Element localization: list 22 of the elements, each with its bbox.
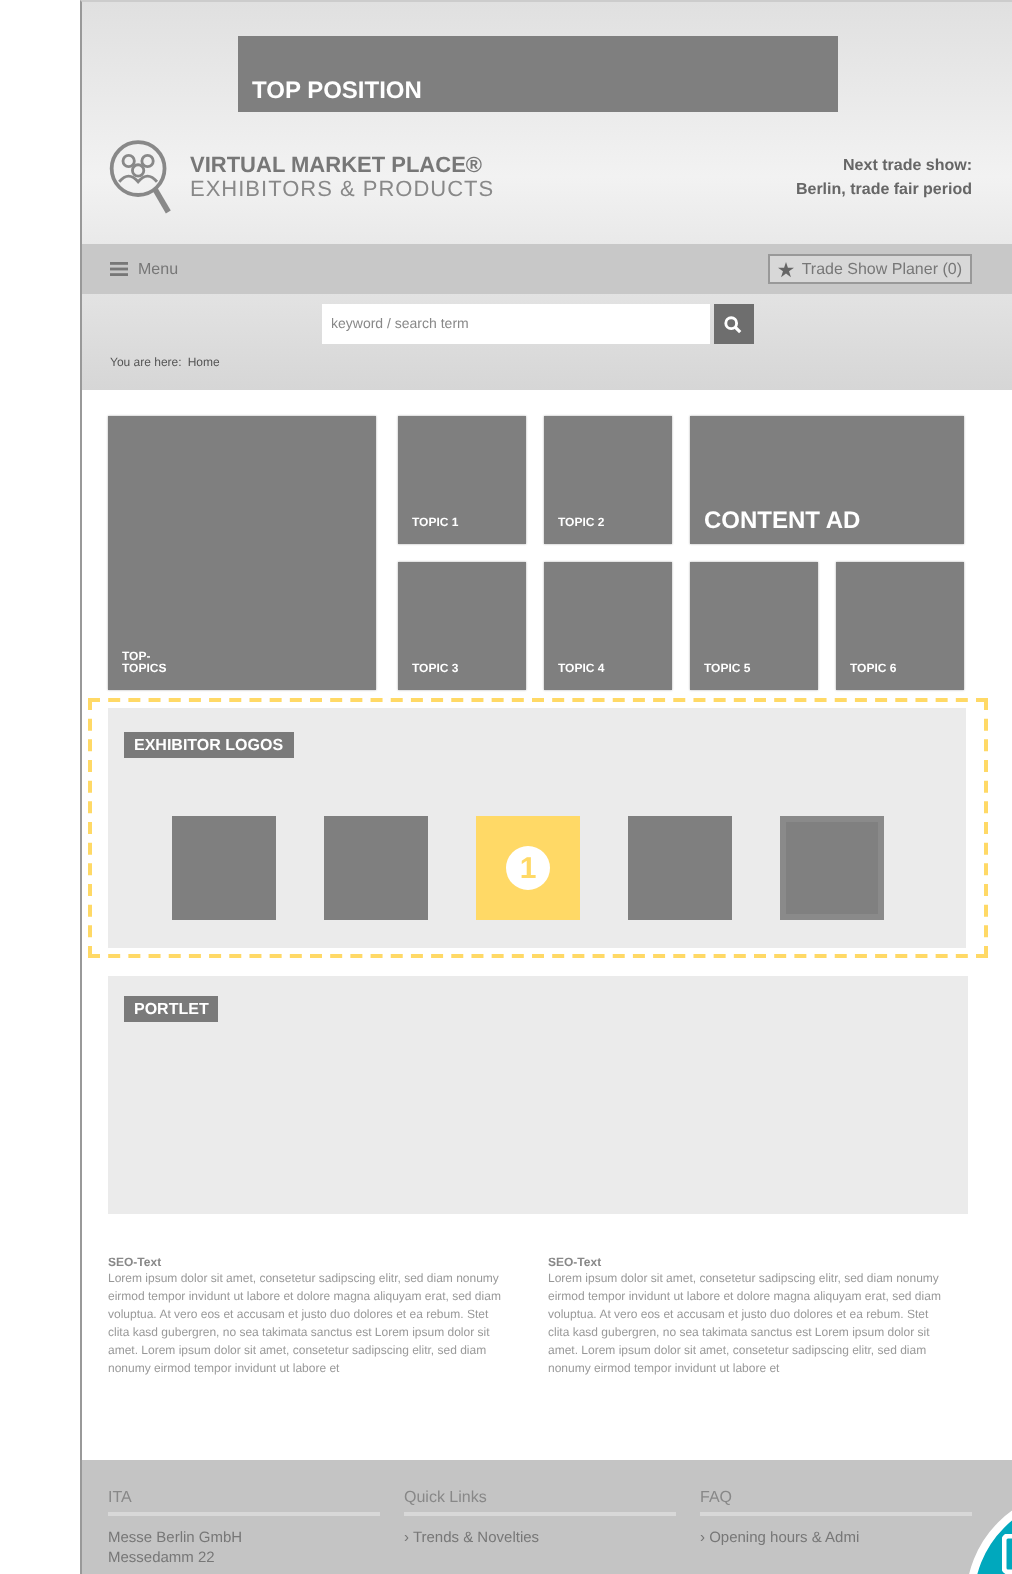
logo-placeholder[interactable] — [324, 816, 428, 920]
footer-heading: ITA — [108, 1488, 380, 1516]
brand-title: VIRTUAL MARKET PLACE® — [190, 154, 485, 178]
star-icon — [777, 261, 794, 277]
footer-heading: FAQ — [700, 1488, 972, 1516]
next-show-label: Next trade show: — [843, 154, 972, 178]
top-position-banner: TOP POSITION — [238, 36, 838, 112]
section-label: EXHIBITOR LOGOS — [124, 732, 294, 758]
number-marker: 1 — [506, 846, 550, 890]
section-label: PORTLET — [124, 996, 219, 1022]
logo-placeholder[interactable] — [172, 816, 276, 920]
menu-button[interactable]: Menu — [110, 260, 179, 278]
footer-heading: Quick Links — [404, 1488, 676, 1516]
next-show-value: Berlin, trade fair period — [795, 178, 972, 202]
search-button[interactable] — [713, 304, 753, 344]
logo-placeholder[interactable] — [628, 816, 732, 920]
topic-tile[interactable]: CONTENT AD — [690, 416, 964, 544]
trade-show-planer-button[interactable]: Trade Show Planer (0) — [767, 254, 972, 284]
search-icon — [724, 315, 742, 333]
brand-subtitle: EXHIBITORS & PRODUCTS — [190, 178, 495, 202]
menu-icon — [110, 262, 128, 276]
logo-placeholder[interactable] — [780, 816, 884, 920]
